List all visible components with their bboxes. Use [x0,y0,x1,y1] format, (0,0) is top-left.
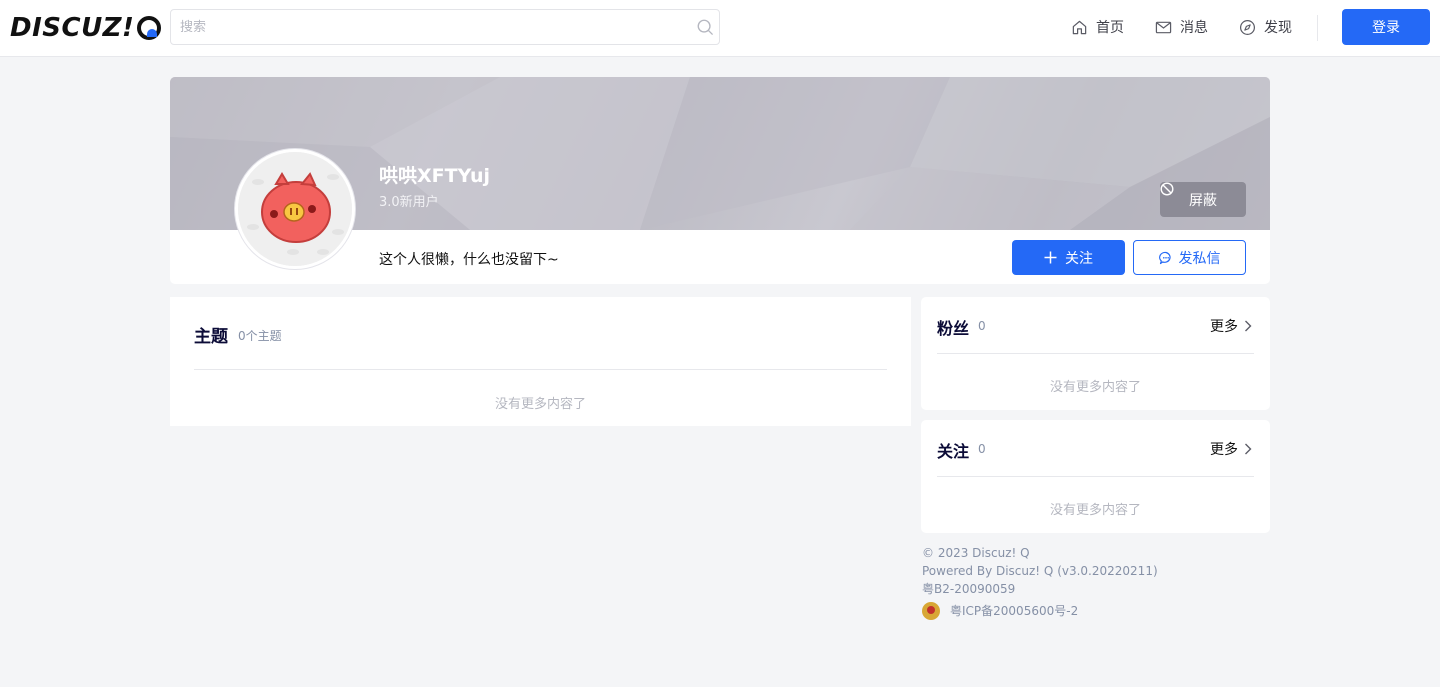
home-icon [1072,20,1087,34]
search-icon[interactable] [696,18,714,36]
logo-text: DISCUZ! [10,13,135,43]
profile-username: 哄哄XFTYuj [379,165,491,187]
nav-discover-label: 发现 [1264,20,1292,36]
discuz-logo[interactable]: DISCUZ! [10,10,162,46]
top-header: DISCUZ! 首页 消息 发现 登录 [0,0,1440,57]
following-empty-text: 没有更多内容了 [1049,503,1141,518]
pig-avatar-image [238,152,352,266]
chat-bubble-icon [1158,251,1171,264]
profile-usergroup: 3.0新用户 [379,195,439,210]
threads-count: 0个主题 [238,329,282,343]
footer-powered: Powered By Discuz! Q (v3.0.20220211) [922,564,1158,578]
logo-q-icon [137,16,162,40]
compass-icon [1239,19,1256,35]
police-badge-icon [922,602,940,620]
profile-signature: 这个人很懒，什么也没留下~ [379,252,559,268]
following-title: 关注 [937,442,970,461]
site-footer: © 2023 Discuz! Q Powered By Discuz! Q (v… [922,544,1158,620]
footer-license[interactable]: 粤B2-20090059 [922,580,1158,598]
search-box [170,9,720,45]
footer-icp[interactable]: 粤ICP备20005600号-2 [950,602,1078,620]
block-button-label: 屏蔽 [1189,192,1217,209]
block-button[interactable]: 屏蔽 [1160,182,1246,217]
plus-icon [1044,251,1057,264]
threads-panel: 主题 0个主题 没有更多内容了 [170,297,911,426]
nav-divider [1317,15,1318,41]
block-icon [1160,182,1174,196]
search-input[interactable] [171,10,681,44]
following-count: 0 [978,442,986,456]
nav-discover[interactable]: 发现 [1239,17,1292,37]
fans-empty-text: 没有更多内容了 [1049,380,1141,395]
fans-count: 0 [978,319,986,333]
login-button[interactable]: 登录 [1342,9,1430,45]
nav-messages-label: 消息 [1180,20,1208,36]
threads-title: 主题 [194,327,228,347]
fans-divider [937,353,1254,354]
following-more-label: 更多 [1210,442,1238,458]
nav-messages[interactable]: 消息 [1155,17,1208,37]
follow-button[interactable]: 关注 [1012,240,1125,275]
avatar[interactable] [235,149,355,269]
follow-button-label: 关注 [1065,250,1093,267]
footer-copyright: © 2023 Discuz! Q [922,546,1030,560]
threads-divider [194,369,887,370]
nav-home[interactable]: 首页 [1071,17,1124,37]
following-more-link[interactable]: 更多 [1210,439,1254,459]
chevron-right-icon [1245,443,1252,455]
fans-panel: 粉丝 0 更多 没有更多内容了 [921,297,1270,410]
send-message-label: 发私信 [1178,250,1221,267]
following-panel: 关注 0 更多 没有更多内容了 [921,420,1270,533]
fans-title: 粉丝 [937,319,970,338]
profile-card: 哄哄XFTYuj 3.0新用户 屏蔽 这个人很懒，什么也没留下~ 关注 发私信 [170,77,1270,284]
send-message-button[interactable]: 发私信 [1133,240,1246,275]
fans-more-link[interactable]: 更多 [1210,316,1254,336]
following-divider [937,476,1254,477]
fans-more-label: 更多 [1210,319,1238,335]
threads-empty-text: 没有更多内容了 [494,397,586,412]
footer-icp-row: 粤ICP备20005600号-2 [922,602,1158,620]
mail-icon [1155,21,1172,33]
nav-home-label: 首页 [1096,20,1124,36]
chevron-right-icon [1245,320,1252,332]
